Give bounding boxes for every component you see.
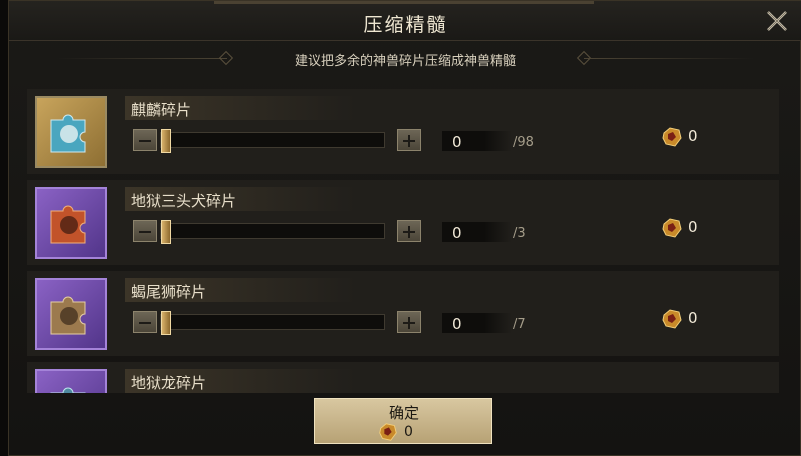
confirm-cost-value: 0 <box>404 424 413 440</box>
reward-value: 0 <box>688 309 698 327</box>
increase-button[interactable] <box>397 129 421 151</box>
fragment-name: 麒麟碎片 <box>131 101 192 119</box>
beast-fragment-icon <box>50 387 86 393</box>
fragment-name: 地狱龙碎片 <box>131 374 207 392</box>
owned-count: /3 <box>513 226 526 241</box>
quantity-slider[interactable] <box>160 129 385 153</box>
divider <box>584 58 754 59</box>
essence-icon <box>379 423 397 441</box>
essence-icon <box>662 218 682 238</box>
essence-icon <box>662 309 682 329</box>
fragment-row: 麒麟碎片 0 /98 0 <box>27 89 779 174</box>
name-plate: 地狱龙碎片 <box>125 369 355 393</box>
name-plate: 蝎尾狮碎片 <box>125 278 355 302</box>
decrease-button[interactable] <box>133 220 157 242</box>
compress-essence-dialog: 压缩精髓 建议把多余的神兽碎片压缩成神兽精髓 麒麟碎片 0 /98 0 地狱三头… <box>8 0 801 456</box>
slider-handle[interactable] <box>161 129 171 153</box>
quantity-field[interactable]: 0 <box>442 313 512 333</box>
fragment-row: 蝎尾狮碎片 0 /7 0 <box>27 271 779 356</box>
confirm-button[interactable]: 确定 0 <box>314 398 492 444</box>
quantity-slider[interactable] <box>160 220 385 244</box>
increase-button[interactable] <box>397 311 421 333</box>
fragment-name: 蝎尾狮碎片 <box>131 283 207 301</box>
reward-value: 0 <box>688 127 698 145</box>
qilin-fragment-thumbnail <box>35 96 107 168</box>
increase-button[interactable] <box>397 220 421 242</box>
cerberus-fragment-thumbnail <box>35 187 107 259</box>
beast-fragment-icon <box>50 205 86 244</box>
confirm-label: 确定 <box>388 404 419 422</box>
close-icon <box>767 11 787 31</box>
essence-icon <box>662 127 682 147</box>
fragment-row: 地狱三头犬碎片 0 /3 0 <box>27 180 779 265</box>
quantity-value: 0 <box>452 133 462 151</box>
owned-count: /7 <box>513 317 526 332</box>
quantity-field[interactable]: 0 <box>442 222 512 242</box>
hell-dragon-fragment-thumbnail <box>35 369 107 393</box>
manticore-fragment-thumbnail <box>35 278 107 350</box>
slider-handle[interactable] <box>161 220 171 244</box>
beast-fragment-icon <box>50 114 86 153</box>
quantity-slider[interactable] <box>160 311 385 335</box>
beast-fragment-icon <box>50 296 86 335</box>
hint-row: 建议把多余的神兽碎片压缩成神兽精髓 <box>9 47 801 71</box>
owned-count: /98 <box>513 135 534 150</box>
title-bar: 压缩精髓 <box>9 1 801 41</box>
close-button[interactable] <box>764 8 790 34</box>
slider-handle[interactable] <box>161 311 171 335</box>
fragment-name: 地狱三头犬碎片 <box>131 192 237 210</box>
dialog-title: 压缩精髓 <box>363 14 448 36</box>
fragment-row: 地狱龙碎片 <box>27 362 779 393</box>
name-plate: 地狱三头犬碎片 <box>125 187 355 211</box>
hint-text: 建议把多余的神兽碎片压缩成神兽精髓 <box>294 54 516 69</box>
decrease-button[interactable] <box>133 311 157 333</box>
decrease-button[interactable] <box>133 129 157 151</box>
quantity-value: 0 <box>452 224 462 242</box>
reward-value: 0 <box>688 218 698 236</box>
fragment-list[interactable]: 麒麟碎片 0 /98 0 地狱三头犬碎片 0 /3 0 蝎尾狮碎片 0 /7 0… <box>27 89 779 393</box>
name-plate: 麒麟碎片 <box>125 96 355 120</box>
quantity-field[interactable]: 0 <box>442 131 512 151</box>
quantity-value: 0 <box>452 315 462 333</box>
